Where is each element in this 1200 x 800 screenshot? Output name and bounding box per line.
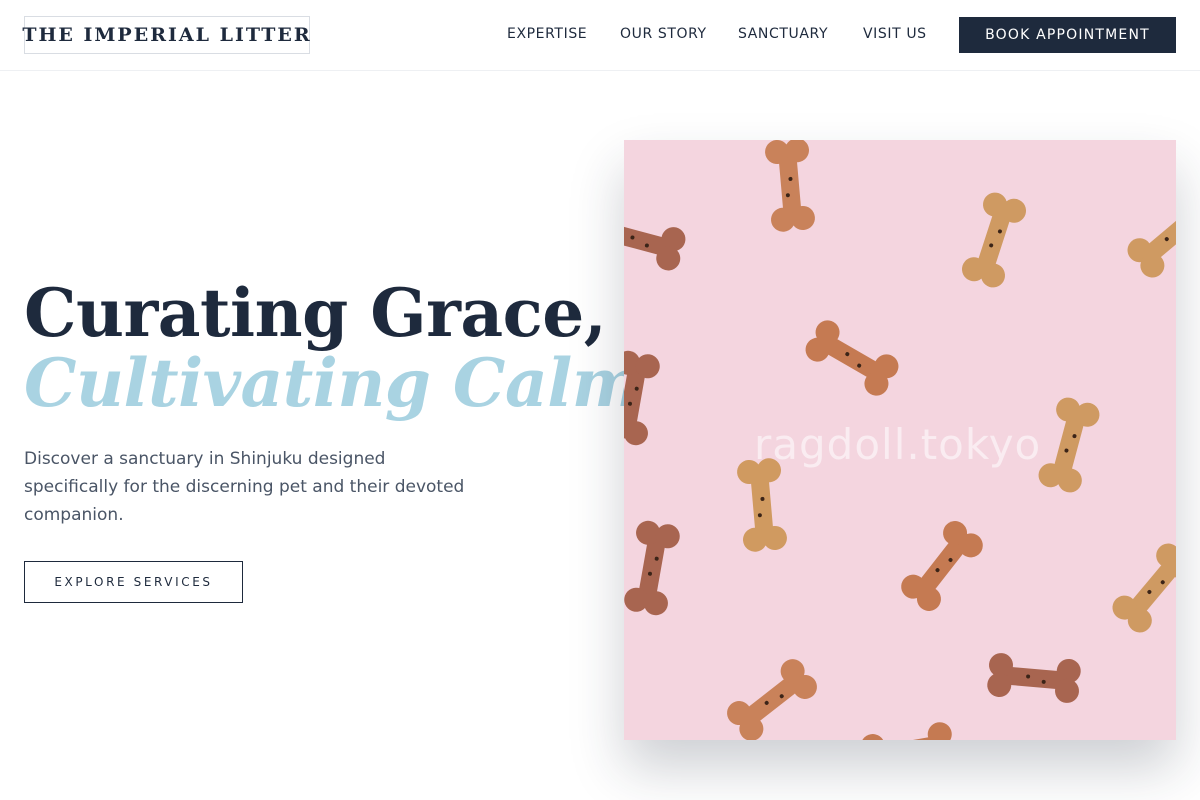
hero-image: ragdoll.tokyo xyxy=(624,140,1176,740)
nav-link-visit-us[interactable]: VISIT US xyxy=(863,24,927,44)
hero-description: Discover a sanctuary in Shinjuku designe… xyxy=(24,449,465,525)
hero-title: Curating Grace, Cultivating Calm. xyxy=(24,274,664,422)
nav-link-our-story[interactable]: OUR STORY xyxy=(620,24,707,44)
brand-logo[interactable]: THE IMPERIAL LITTER xyxy=(22,16,310,54)
hero-title-line2: Cultivating Calm. xyxy=(24,344,664,422)
image-watermark: ragdoll.tokyo xyxy=(754,420,1042,469)
book-appointment-button[interactable]: BOOK APPOINTMENT xyxy=(959,17,1176,53)
site-header: THE IMPERIAL LITTER EXPERTISE OUR STORY … xyxy=(0,0,1200,71)
explore-services-button[interactable]: EXPLORE SERVICES xyxy=(24,561,243,603)
nav-link-expertise[interactable]: EXPERTISE xyxy=(507,24,587,44)
nav-link-sanctuary[interactable]: SANCTUARY xyxy=(738,24,828,44)
hero-title-line1: Curating Grace, xyxy=(24,274,607,352)
